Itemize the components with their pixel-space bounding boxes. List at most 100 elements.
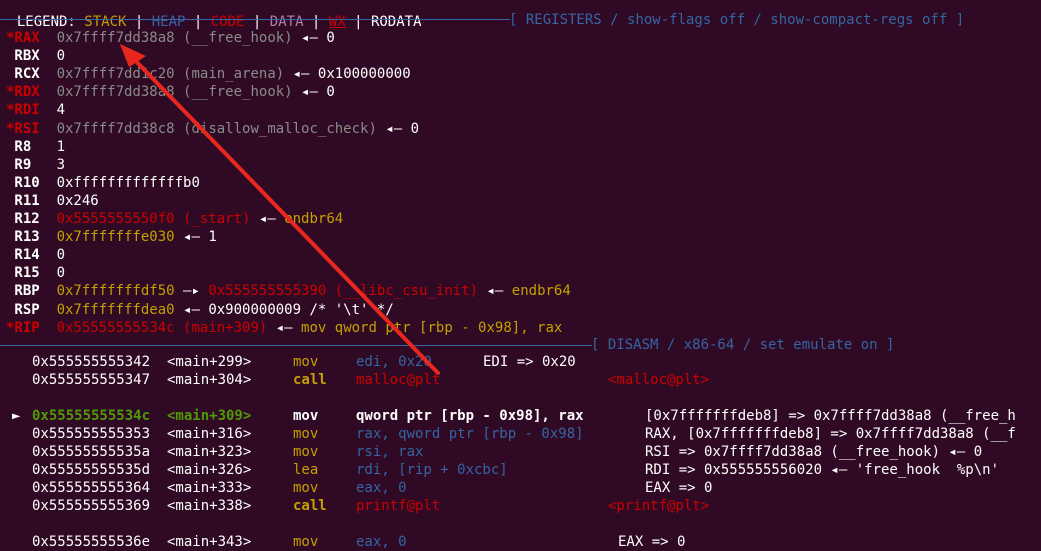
- register-row: *RIP 0x55555555534c (main+309) ◂— mov qw…: [6, 319, 562, 337]
- legend-data: DATA: [269, 14, 304, 30]
- register-row: R12 0x5555555550f0 (_start) ◂— endbr64: [6, 210, 343, 228]
- register-row: R11 0x246: [6, 192, 99, 210]
- register-target: 0x100000000: [317, 66, 411, 83]
- register-value: 3: [56, 156, 66, 173]
- disasm-location: <main+326>: [167, 462, 252, 478]
- register-value: 0x7fffffffdea0: [56, 301, 175, 318]
- disasm-mnemonic: lea: [293, 462, 319, 478]
- register-symbol: (__free_hook): [183, 84, 293, 101]
- disasm-location: <main+343>: [167, 534, 252, 550]
- register-symbol: (__free_hook): [183, 30, 293, 46]
- register-arrow: ◂—: [174, 229, 209, 246]
- disasm-operands: qword ptr [rbp - 0x98], rax: [356, 408, 584, 424]
- register-row: R10 0xfffffffffffffb0: [6, 174, 200, 192]
- register-target: 0x900000009 /* '\t' */: [208, 301, 394, 318]
- register-symbol: (main_arena): [183, 66, 285, 83]
- register-name: RBX: [6, 48, 40, 65]
- disasm-address: 0x555555555369: [32, 498, 151, 514]
- register-target: 0: [410, 120, 420, 137]
- legend-sep: |: [126, 14, 152, 30]
- disasm-location: <main+338>: [167, 498, 252, 514]
- register-arrow: ◂—: [174, 301, 209, 318]
- register-row: RBX 0: [6, 47, 65, 65]
- disasm-banner-rule: [0, 345, 592, 346]
- legend-sep: |: [303, 14, 329, 30]
- disasm-location: <main+309>: [167, 408, 252, 424]
- register-value: 0: [56, 265, 66, 282]
- register-target: 1: [208, 229, 217, 246]
- register-arrow: ◂—: [284, 66, 318, 83]
- register-row: RBP 0x7fffffffdf50 —▸ 0x555555555390 (__…: [6, 282, 570, 300]
- register-arrow: ◂—: [292, 30, 327, 46]
- disasm-address: 0x555555555347: [32, 372, 151, 388]
- register-value: 4: [56, 102, 66, 119]
- disasm-operands: printf@plt: [356, 498, 441, 514]
- legend-line: LEGEND: STACK | HEAP | CODE | DATA | WX …: [0, 0, 422, 30]
- disasm-address: 0x55555555536e: [32, 534, 151, 550]
- register-name: R14: [6, 247, 40, 264]
- disasm-operands: rax, qword ptr [rbp - 0x98]: [356, 426, 584, 442]
- disasm-location: <main+304>: [167, 372, 252, 388]
- register-value: 0x7fffffffe030: [56, 229, 175, 246]
- disasm-mnemonic: mov: [293, 408, 319, 424]
- register-value: 0x7ffff7dd1c20: [56, 66, 175, 83]
- disasm-annotation: RAX, [0x7fffffffdeb8] => 0x7ffff7dd38a8 …: [645, 426, 1016, 442]
- register-row: *RDX 0x7ffff7dd38a8 (__free_hook) ◂— 0: [6, 83, 335, 101]
- register-value: 0xfffffffffffffb0: [56, 174, 200, 191]
- register-name: R9: [6, 156, 40, 173]
- legend-heap: HEAP: [151, 14, 186, 30]
- register-row: *RAX 0x7ffff7dd38a8 (__free_hook) ◂— 0: [6, 29, 335, 47]
- register-value: 0x246: [56, 192, 99, 209]
- legend-prefix: LEGEND:: [16, 14, 85, 30]
- register-value: 0x7fffffffdf50: [56, 283, 175, 300]
- disasm-banner: [ DISASM / x86-64 / set emulate on ]: [591, 337, 895, 353]
- register-name: RSP: [6, 301, 40, 318]
- legend-wx: WX: [328, 14, 346, 30]
- disasm-operands: rdi, [rip + 0xcbc]: [356, 462, 508, 478]
- legend-stack: STACK: [84, 14, 127, 30]
- register-value: 0x7ffff7dd38c8: [56, 120, 175, 137]
- register-target: 0x555555555390: [208, 283, 327, 300]
- disasm-annotation: <malloc@plt>: [608, 372, 710, 388]
- disasm-operands: edi, 0x20: [356, 354, 432, 370]
- disasm-address: 0x555555555342: [32, 354, 151, 370]
- disasm-operands: rsi, rax: [356, 444, 424, 460]
- disasm-operands: malloc@plt: [356, 372, 441, 388]
- register-arrow: ◂—: [478, 283, 512, 300]
- register-target: 0: [326, 84, 335, 101]
- disasm-address: 0x555555555364: [32, 480, 151, 496]
- register-name: RCX: [6, 66, 40, 83]
- legend-sep: |: [244, 14, 270, 30]
- disasm-address: 0x55555555535a: [32, 444, 151, 460]
- disasm-annotation: RDI => 0x555555556020 ◂— 'free_hook %p\n…: [645, 462, 1000, 478]
- disasm-address: 0x55555555535d: [32, 462, 151, 478]
- disasm-mnemonic: mov: [293, 426, 319, 442]
- register-value: 0x7ffff7dd38a8: [56, 30, 175, 46]
- register-arrow: ◂—: [376, 120, 411, 137]
- disasm-address: 0x55555555534c: [32, 408, 151, 424]
- disasm-annotation: EDI => 0x20: [483, 354, 576, 370]
- disasm-operands: eax, 0: [356, 534, 407, 550]
- register-row: R8 1: [6, 138, 65, 156]
- register-name: R15: [6, 265, 40, 282]
- disasm-location: <main+333>: [167, 480, 252, 496]
- register-row: RSP 0x7fffffffdea0 ◂— 0x900000009 /* '\t…: [6, 301, 394, 319]
- legend-code: CODE: [210, 14, 245, 30]
- disasm-annotation: RSI => 0x7ffff7dd38a8 (__free_hook) ◂— 0: [645, 444, 983, 460]
- register-value: 0: [56, 247, 66, 264]
- disasm-mnemonic: call: [293, 372, 327, 388]
- register-symbol: (__libc_csu_init): [334, 283, 479, 300]
- register-symbol: (_start): [183, 211, 251, 227]
- register-value: 0x7ffff7dd38a8: [56, 84, 175, 101]
- disasm-location: <main+299>: [167, 354, 252, 370]
- register-name: *RSI: [6, 120, 40, 137]
- register-name: R8: [6, 138, 40, 155]
- legend-rodata: RODATA: [370, 14, 422, 30]
- register-row: RCX 0x7ffff7dd1c20 (main_arena) ◂— 0x100…: [6, 65, 411, 83]
- register-row: R14 0: [6, 246, 65, 264]
- register-arrow: ◂—: [267, 319, 302, 336]
- register-name: R13: [6, 229, 40, 246]
- register-row: R9 3: [6, 156, 65, 174]
- disasm-mnemonic: mov: [293, 354, 319, 370]
- register-symbol: (disallow_malloc_check): [183, 120, 377, 137]
